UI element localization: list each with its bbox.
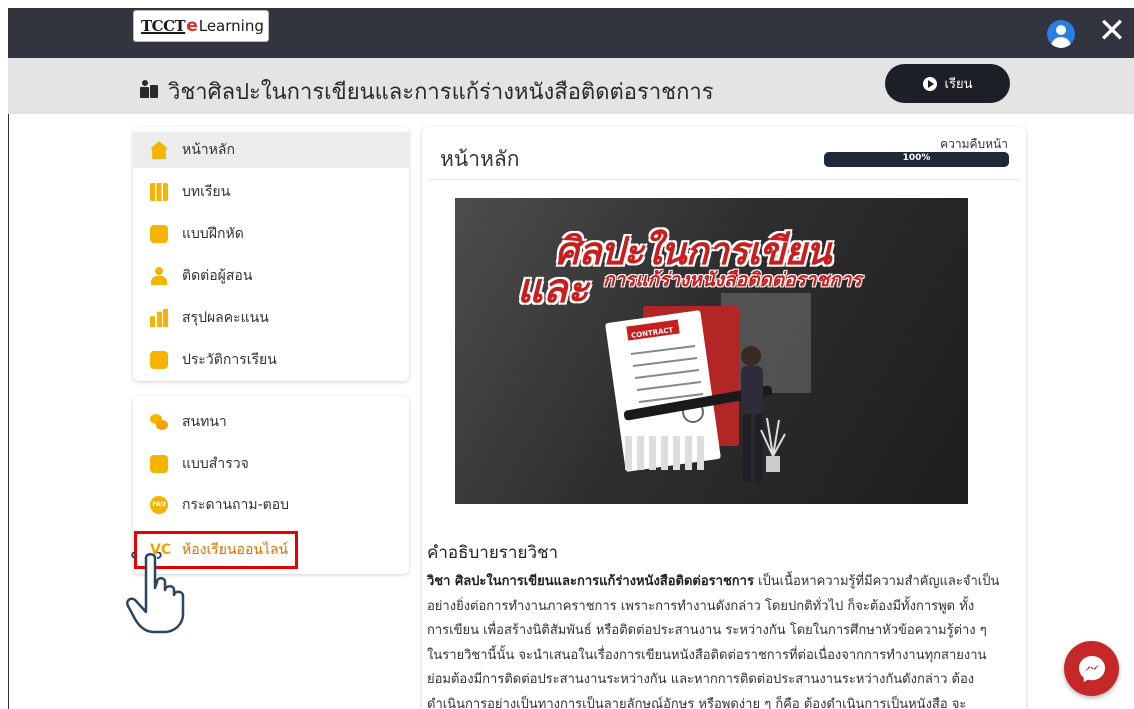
course-icon — [140, 80, 158, 98]
description-line: การเขียน เพื่อสร้างนิติสัมพันธ์ หรือติดต… — [427, 623, 987, 638]
learn-button-label: เรียน — [944, 77, 973, 92]
sidebar-item-score-summary[interactable]: สรุปผลคะแนน — [133, 300, 409, 336]
progress-value: 100% — [902, 153, 931, 163]
calculator-icon — [150, 351, 168, 369]
window-left-border — [8, 114, 9, 709]
sidebar-item-label: หน้าหลัก — [182, 142, 235, 158]
description-bold: วิชา ศิลปะในการเขียนและการแก้ร่างหนังสือ… — [427, 574, 754, 589]
sidebar-item-faq[interactable]: FAQ กระดานถาม-ตอบ — [133, 487, 409, 523]
faq-icon: FAQ — [150, 496, 168, 514]
learn-button[interactable]: เรียน — [885, 64, 1010, 103]
sidebar-item-label: สรุปผลคะแนน — [182, 310, 269, 326]
messenger-button[interactable] — [1064, 641, 1119, 696]
sidebar-item-lessons[interactable]: บทเรียน — [133, 174, 409, 210]
description-line: ดำเนินการอย่างเป็นทางการเป็นลายลักษณ์อัก… — [427, 696, 967, 709]
sidebar-item-label: สนทนา — [182, 414, 227, 430]
progress-bar: 100% — [824, 152, 1009, 167]
grid-icon — [150, 183, 168, 201]
logo-tcct: TCCT — [141, 17, 186, 35]
app-logo[interactable]: TCCT e Learning — [133, 10, 269, 42]
sidebar-item-home[interactable]: หน้าหลัก — [133, 132, 409, 168]
sidebar-item-contact-instructor[interactable]: ติดต่อผู้สอน — [133, 258, 409, 294]
description-title: คำอธิบายรายวิชา — [427, 543, 559, 563]
book-icon — [150, 225, 168, 243]
user-circle-icon[interactable] — [1047, 20, 1075, 48]
sidebar-item-label: กระดานถาม-ตอบ — [182, 497, 290, 513]
play-icon — [922, 76, 937, 91]
sidebar-item-chat[interactable]: สนทนา — [133, 404, 409, 440]
sidebar-item-history[interactable]: ประวัติการเรียน — [133, 342, 409, 378]
sidebar-item-label: บทเรียน — [182, 184, 231, 200]
pointing-hand-icon — [126, 552, 185, 634]
description-line: อย่างยิ่งต่อการทำงานภาคราชการ เพราะการทำ… — [427, 598, 975, 614]
banner-title-line2-small: การแก้ร่างหนังสือติดต่อราชการ — [603, 269, 862, 291]
header-divider — [428, 179, 1020, 180]
logo-e: e — [186, 16, 198, 36]
messenger-icon — [1078, 655, 1105, 682]
page-title: หน้าหลัก — [440, 147, 520, 171]
banner-title-line2-big: และ — [517, 266, 589, 312]
description-text: วิชา ศิลปะในการเขียนและการแก้ร่างหนังสือ… — [427, 570, 1023, 709]
chat-icon — [150, 413, 168, 431]
survey-icon — [150, 455, 168, 473]
sidebar-item-survey[interactable]: แบบสำรวจ — [133, 446, 409, 482]
description-line: วิชา ศิลปะในการเขียนและการแก้ร่างหนังสือ… — [427, 570, 1023, 595]
sidebar-item-label: แบบสำรวจ — [182, 456, 249, 472]
close-icon[interactable]: ✕ — [1097, 14, 1127, 48]
description-line: ในรายวิชานี้นั้น จะนำเสนอในเรื่องการเขีย… — [427, 647, 987, 663]
sidebar-item-exercises[interactable]: แบบฝึกหัด — [133, 216, 409, 252]
logo-learning: Learning — [198, 17, 264, 35]
course-banner-image: ศิลปะในการเขียน และ การแก้ร่างหนังสือติด… — [455, 198, 968, 504]
sidebar-main-menu: หน้าหลัก บทเรียน แบบฝึกหัด ติดต่อผู้สอน … — [133, 127, 409, 381]
chart-icon — [150, 309, 168, 327]
course-title: วิชาศิลปะในการเขียนและการแก้ร่างหนังสือต… — [168, 80, 714, 105]
sidebar-item-label: ติดต่อผู้สอน — [182, 268, 253, 284]
sidebar-item-label: ประวัติการเรียน — [182, 352, 277, 368]
home-icon — [150, 141, 168, 159]
person-icon — [150, 267, 168, 285]
description-line-part: เป็นเนื้อหาความรู้ที่มีความสำคัญและจำเป็… — [753, 574, 1000, 589]
description-line: ย่อมต้องมีการติดต่อประสานงานระหว่างกัน แ… — [427, 672, 975, 687]
sidebar-item-label: แบบฝึกหัด — [182, 226, 244, 242]
